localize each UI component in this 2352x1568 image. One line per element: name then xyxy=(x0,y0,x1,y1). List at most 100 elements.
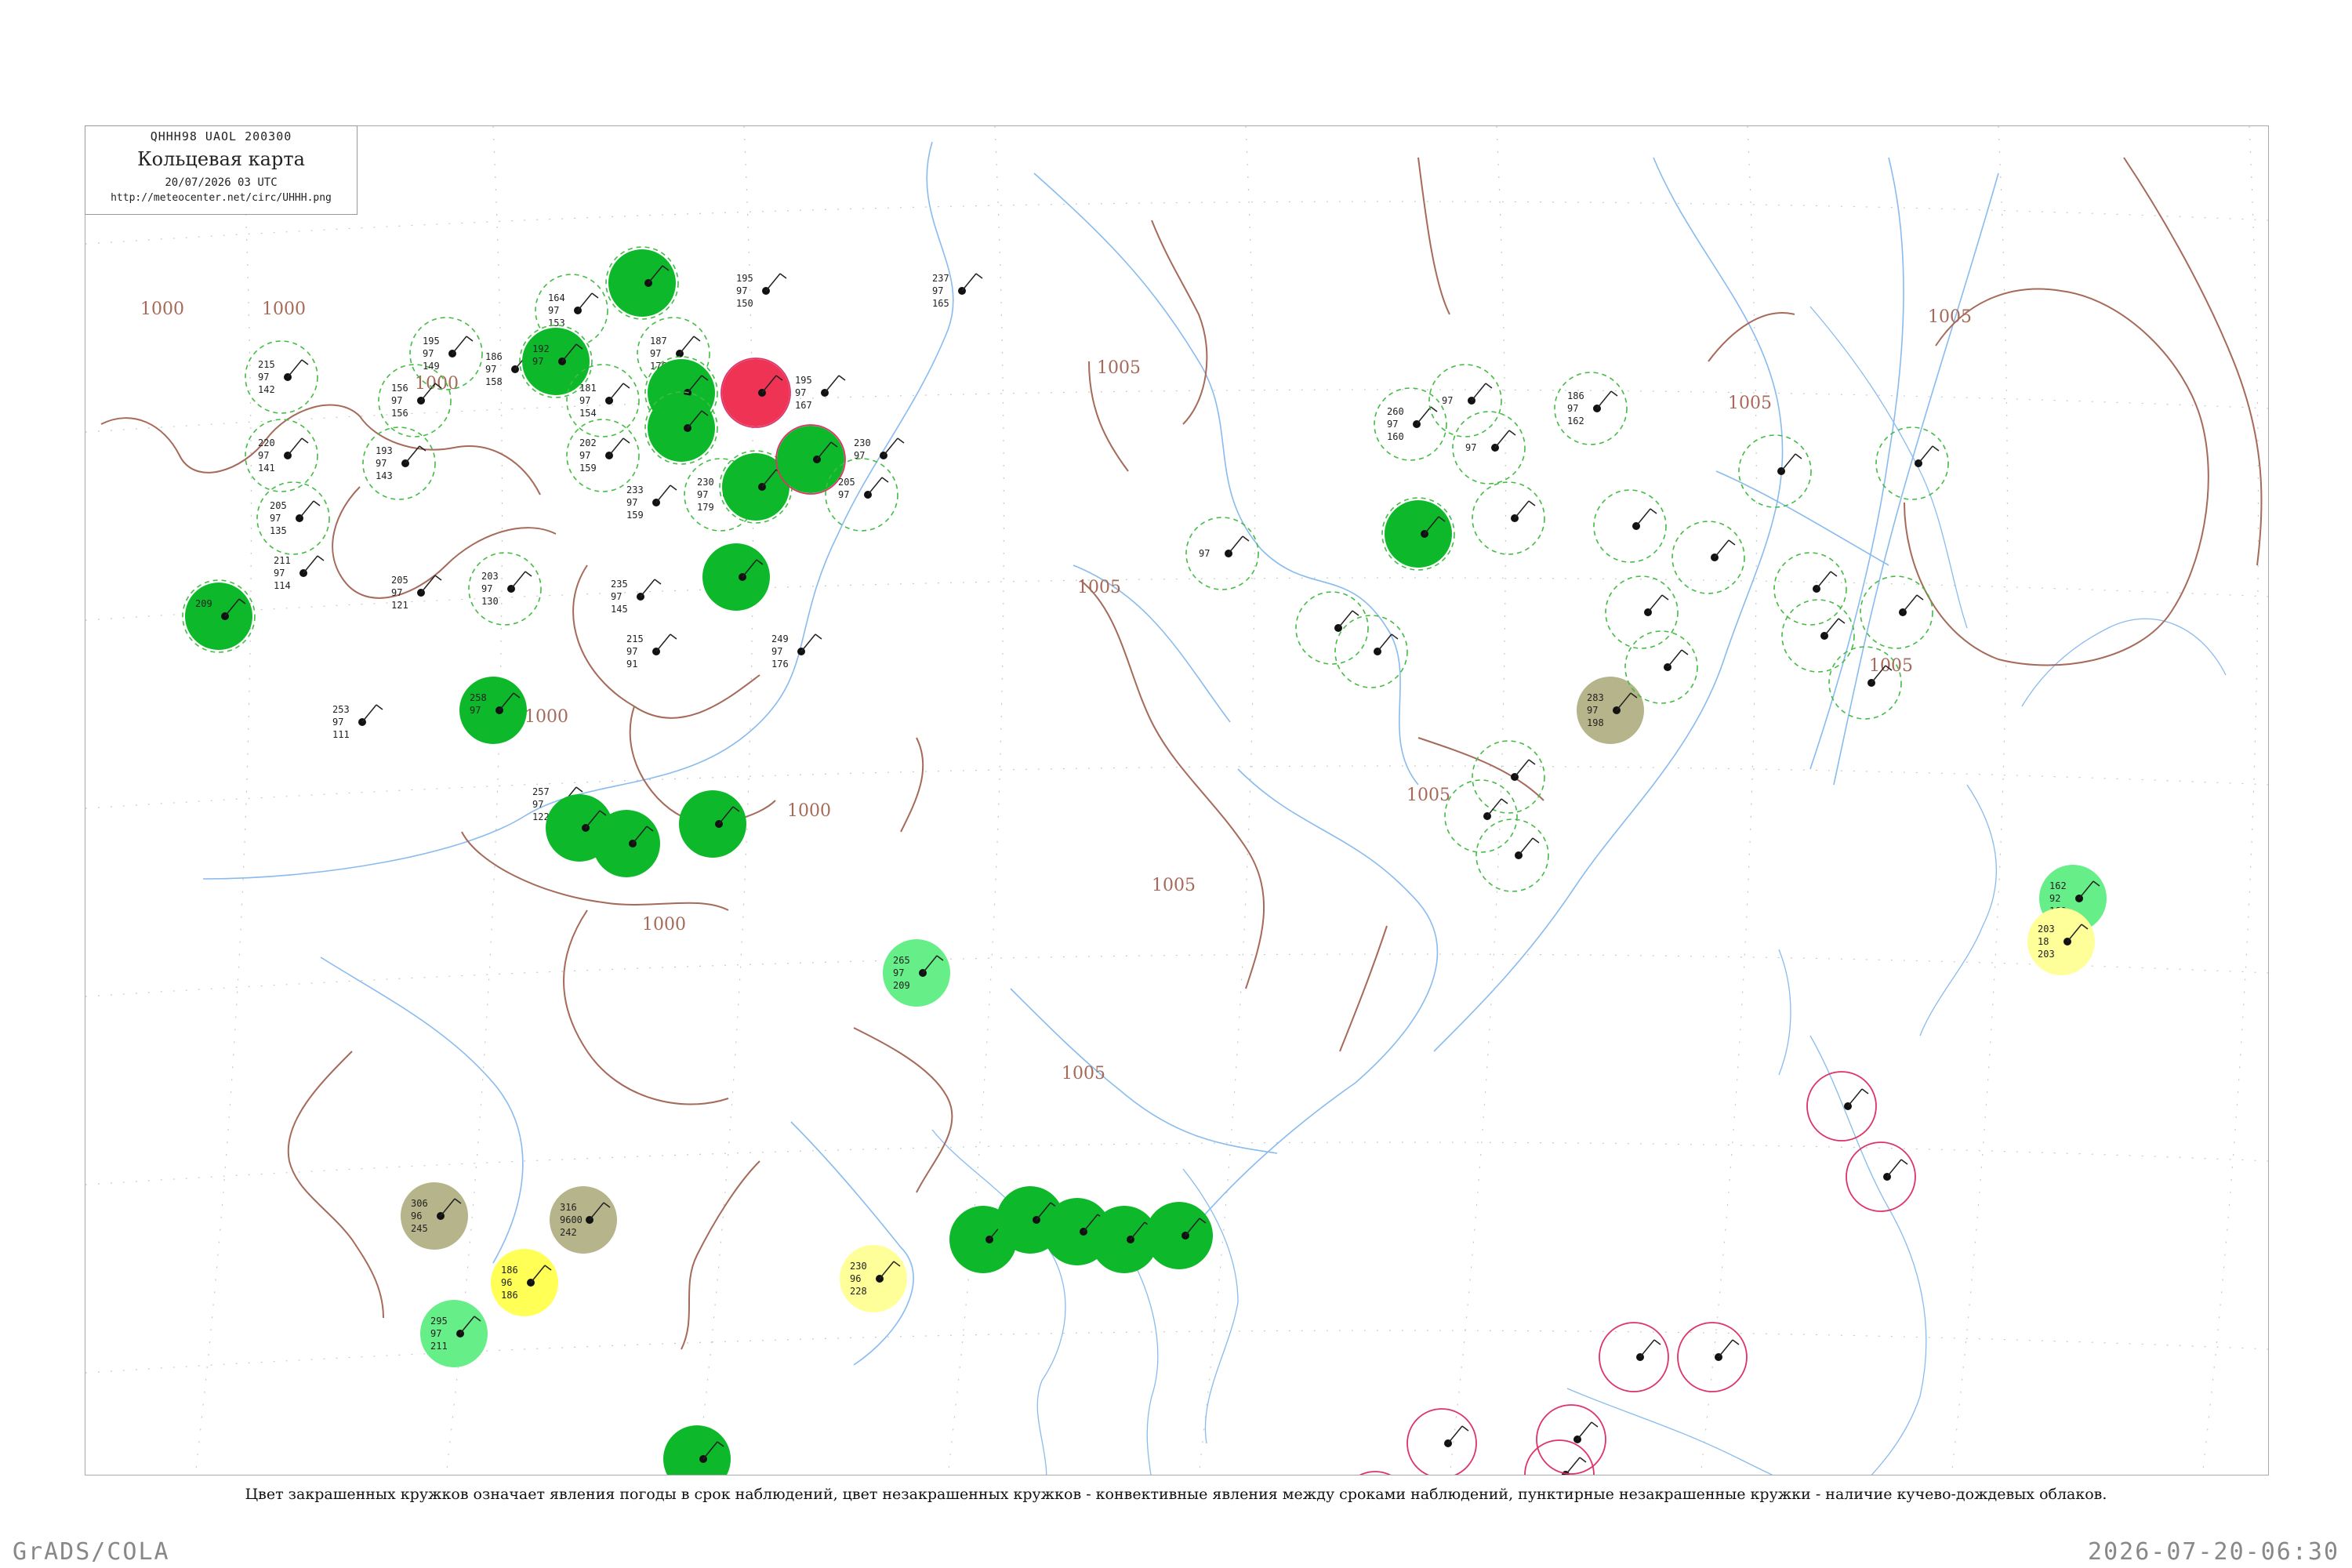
station-value: 215 xyxy=(258,359,275,370)
wind-barb xyxy=(361,704,377,723)
station-value: 97 xyxy=(1199,548,1210,559)
longitude-line xyxy=(1700,126,1758,1475)
station-plot[interactable]: 233 97 159 xyxy=(626,485,677,521)
cb-cloud-ring xyxy=(1475,818,1549,892)
station-plot[interactable] xyxy=(1295,591,1369,665)
station-plot[interactable]: 20397 130 xyxy=(468,552,542,626)
map-title: Кольцевая карта xyxy=(137,148,305,170)
station-plot[interactable] xyxy=(1846,1142,1916,1212)
station-plot[interactable]: 20597 121 xyxy=(391,575,442,611)
station-plot[interactable]: 209 xyxy=(182,579,256,653)
wind-barb-flag xyxy=(1861,1088,1869,1094)
station-plot[interactable]: 18197 154 xyxy=(566,364,640,437)
wind-barb xyxy=(1447,1425,1463,1444)
station-plot[interactable] xyxy=(1773,552,1847,626)
station-plot[interactable] xyxy=(1341,1471,1410,1475)
station-plot[interactable]: 18696186 xyxy=(491,1249,558,1316)
station-plot[interactable]: 29597 211 xyxy=(420,1300,488,1367)
station-plot[interactable]: 193 97143 xyxy=(362,426,436,500)
station-plot[interactable] xyxy=(1781,599,1855,673)
station-plot[interactable] xyxy=(1599,1322,1669,1392)
weather-phenomenon-circle xyxy=(593,810,660,877)
station-plot[interactable] xyxy=(1145,1202,1213,1269)
station-plot[interactable]: 215 97 91 xyxy=(626,633,677,670)
station-value: 283 xyxy=(1587,692,1604,703)
station-plot[interactable]: 215 97142 xyxy=(245,340,318,414)
station-plot[interactable]: 30696 245 xyxy=(401,1182,468,1250)
station-plot[interactable] xyxy=(663,1425,731,1475)
station-plot[interactable] xyxy=(1671,521,1745,594)
wind-barb xyxy=(510,571,526,590)
station-plot[interactable] xyxy=(1472,481,1545,555)
station-value: 179 xyxy=(697,502,714,513)
station-plot[interactable] xyxy=(679,790,746,858)
wind-barb xyxy=(1577,1421,1592,1440)
station-plot[interactable]: 283 97198 xyxy=(1577,677,1644,744)
station-plot[interactable]: 19597 150 xyxy=(736,273,787,309)
station-plots[interactable]: 209 21597142220971412059713521197114 25397… xyxy=(182,246,2107,1475)
station-plot[interactable]: 23096 228 xyxy=(840,1245,907,1312)
station-plot[interactable]: 26597 209 xyxy=(883,939,950,1007)
weather-phenomenon-circle xyxy=(608,249,676,317)
station-plot[interactable]: 20318203 xyxy=(2027,908,2095,975)
station-plot[interactable]: 23597 145 xyxy=(611,579,662,615)
station-value: 97 xyxy=(1587,705,1598,716)
station-plot[interactable]: 211 97114 xyxy=(274,555,325,591)
station-plot[interactable]: 19597 167 xyxy=(795,375,846,411)
station-plot[interactable]: 253 97111 xyxy=(332,704,383,740)
station-plot[interactable]: 249 97 176 xyxy=(771,633,822,670)
isobar-label: 1005 xyxy=(1152,876,1196,895)
wind-barb-flag xyxy=(1653,1339,1661,1345)
station-value: 162 xyxy=(1567,416,1584,426)
wind-barb-flag xyxy=(1650,508,1657,514)
wind-barb-flag xyxy=(622,383,630,389)
station-plot[interactable] xyxy=(1475,818,1549,892)
cb-cloud-ring xyxy=(1185,517,1259,590)
station-plot[interactable]: 202 97 159 xyxy=(566,419,640,492)
station-plot[interactable]: 260 97160 xyxy=(1374,387,1447,461)
station-value: 156 xyxy=(391,383,408,394)
wind-barb-flag xyxy=(434,575,442,581)
station-plot[interactable] xyxy=(1677,1322,1748,1392)
station-plot[interactable]: 97 xyxy=(1428,364,1502,437)
station-plot[interactable] xyxy=(1524,1439,1595,1475)
station-plot[interactable]: 97 xyxy=(1185,517,1259,590)
wind-barb-flag xyxy=(1681,649,1689,655)
station-plot[interactable] xyxy=(605,246,679,320)
station-plot[interactable] xyxy=(593,810,660,877)
station-plot[interactable]: 205 97135 xyxy=(256,481,330,555)
station-plot[interactable]: 20597 xyxy=(825,458,898,532)
station-plot[interactable] xyxy=(1593,489,1667,563)
station-value: 97 xyxy=(1465,442,1476,453)
station-value: 176 xyxy=(771,659,789,670)
map-canvas[interactable]: 1000 1000 1000 1000 1000 1000 1005 1005 1005 1005… xyxy=(85,126,2269,1475)
station-plot[interactable] xyxy=(775,424,846,495)
station-plot[interactable]: 25897 xyxy=(459,677,527,744)
station-value: 233 xyxy=(626,485,644,495)
station-plot[interactable]: 186 97 162 xyxy=(1554,372,1628,445)
wind-barb-flag xyxy=(1242,535,1250,542)
station-value: 97 xyxy=(391,587,402,598)
cb-cloud-ring xyxy=(256,481,330,555)
station-plot[interactable] xyxy=(1472,740,1545,814)
station-plot[interactable] xyxy=(1806,1071,1877,1142)
station-plot[interactable] xyxy=(702,543,770,611)
station-plot[interactable]: 3169600 242 xyxy=(550,1186,617,1254)
station-plot[interactable]: 220 97 141 xyxy=(245,419,318,492)
wind-barb-flag xyxy=(838,375,846,381)
station-plot[interactable] xyxy=(1444,779,1518,853)
station-plot[interactable] xyxy=(1536,1404,1606,1475)
station-plot[interactable]: 23797 165 xyxy=(932,273,983,309)
wind-barb-flag xyxy=(1591,1421,1599,1428)
station-value: 295 xyxy=(430,1316,448,1327)
station-plot[interactable] xyxy=(720,358,791,428)
station-value: 159 xyxy=(626,510,644,521)
weather-phenomenon-circle xyxy=(1145,1202,1213,1269)
station-plot[interactable] xyxy=(1738,434,1812,508)
wind-barb-flag xyxy=(815,633,822,640)
station-plot[interactable] xyxy=(1406,1408,1477,1475)
station-value: 97 xyxy=(579,450,590,461)
station-value: 9600 xyxy=(560,1214,583,1225)
station-plot[interactable] xyxy=(1381,497,1455,571)
station-plot[interactable]: 97 xyxy=(1452,411,1526,485)
